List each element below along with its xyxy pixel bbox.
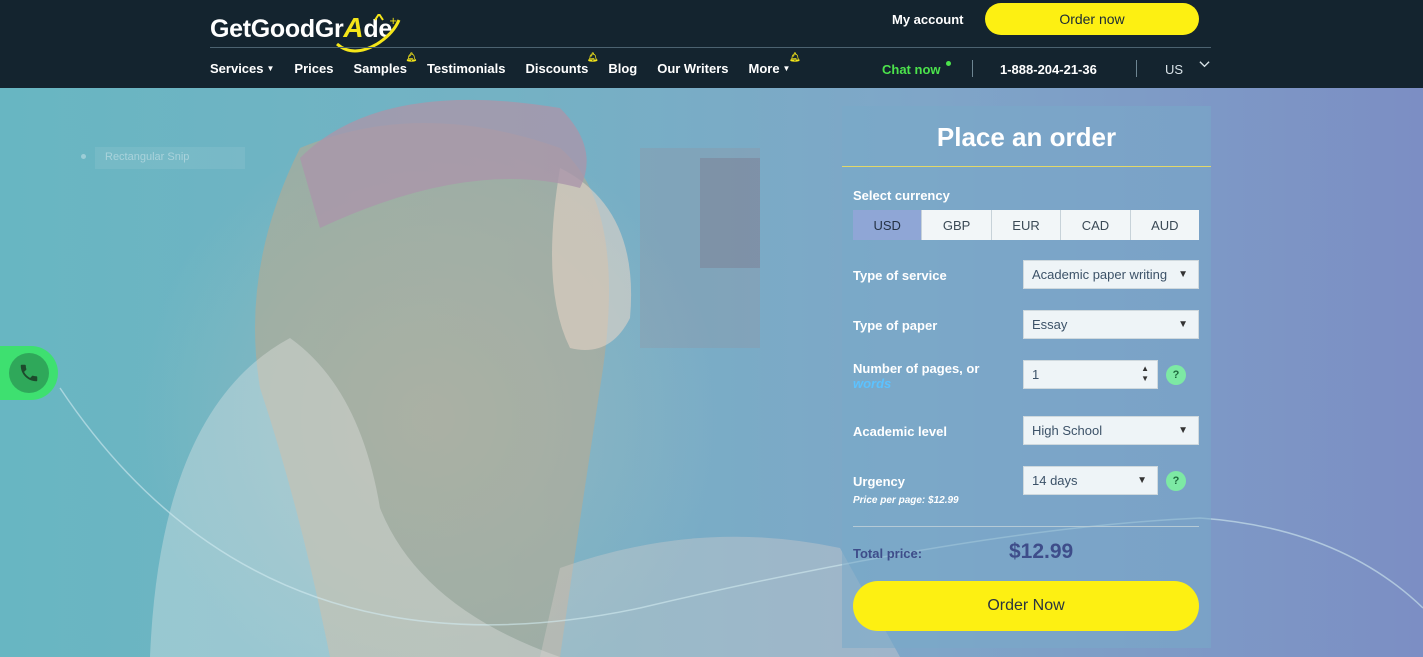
logo-prefix: GetGoodGr xyxy=(210,15,344,43)
currency-gbp[interactable]: GBP xyxy=(922,210,992,240)
whatsapp-button[interactable] xyxy=(0,346,58,400)
my-account-link[interactable]: My account xyxy=(892,12,964,27)
order-form: Place an order Select currency USD GBP E… xyxy=(842,106,1211,648)
chevron-down-icon[interactable] xyxy=(1199,59,1210,70)
bell-icon: 🔔︎ xyxy=(405,52,417,62)
urgency-value: 14 days xyxy=(1032,473,1078,488)
nav-item-services[interactable]: Services ▼ xyxy=(210,61,274,76)
nav-item-samples[interactable]: Samples 🔔︎ xyxy=(353,52,416,76)
snip-dot xyxy=(81,154,86,159)
currency-usd[interactable]: USD xyxy=(853,210,923,240)
paper-label: Type of paper xyxy=(853,318,938,333)
level-label: Academic level xyxy=(853,424,947,439)
currency-cad[interactable]: CAD xyxy=(1061,210,1131,240)
nav-label: Discounts xyxy=(525,61,589,76)
bell-icon: 🔔︎ xyxy=(586,52,599,62)
online-status-dot xyxy=(946,61,951,66)
nav-label: Prices xyxy=(294,61,334,76)
currency-aud[interactable]: AUD xyxy=(1131,210,1199,240)
hero-section: Rectangular Snip Place an order Select c… xyxy=(0,88,1423,657)
caret-down-icon: ▼ xyxy=(782,64,791,73)
region-selector[interactable]: US xyxy=(1165,62,1183,77)
nav-label: Testimonials xyxy=(426,61,506,76)
pages-value: 1 xyxy=(1032,367,1040,382)
nav-item-testimonials[interactable]: Testimonials xyxy=(427,61,506,76)
caret-down-icon: ▼ xyxy=(266,64,275,73)
dropdown-arrow-icon: ▼ xyxy=(1178,269,1188,280)
total-divider xyxy=(853,526,1199,527)
header-separator xyxy=(1136,60,1137,77)
price-per-page: Price per page: $12.99 xyxy=(853,495,959,506)
order-now-button[interactable]: Order Now xyxy=(853,581,1199,631)
nav-item-blog[interactable]: Blog xyxy=(608,61,637,76)
nav-label: Samples xyxy=(353,61,407,76)
total-price-label: Total price: xyxy=(853,546,923,561)
nav-item-our-writers[interactable]: Our Writers xyxy=(657,61,728,76)
header-separator xyxy=(972,60,973,77)
phone-number-link[interactable]: 1-888-204-21-36 xyxy=(1000,62,1097,77)
site-header: GetGoodGrAde + My account Order now Serv… xyxy=(0,0,1423,88)
service-select[interactable]: Academic paper writing ▼ xyxy=(1023,260,1199,289)
whatsapp-icon xyxy=(9,353,49,393)
nav-item-prices[interactable]: Prices xyxy=(294,61,333,76)
title-divider xyxy=(842,166,1211,167)
main-nav: Services ▼ Prices Samples 🔔︎ Testimonials … xyxy=(210,52,810,76)
urgency-label: Urgency xyxy=(853,474,906,489)
order-form-title: Place an order xyxy=(936,122,1117,152)
rectangular-snip-label: Rectangular Snip xyxy=(95,147,245,169)
order-now-header-button[interactable]: Order now xyxy=(985,3,1199,35)
pages-stepper[interactable]: 1 ▲ ▼ xyxy=(1023,360,1158,389)
nav-item-more[interactable]: More ▼ 🔔︎ xyxy=(748,52,800,76)
nav-label: Services xyxy=(210,61,264,76)
service-label: Type of service xyxy=(853,268,947,283)
logo-swoosh-icon: + xyxy=(336,14,401,53)
paper-value: Essay xyxy=(1032,317,1068,332)
nav-label: More xyxy=(748,61,780,76)
chat-now-link[interactable]: Chat now xyxy=(882,62,941,77)
urgency-select[interactable]: 14 days ▼ xyxy=(1023,466,1158,495)
svg-text:+: + xyxy=(389,16,397,27)
stepper-arrows-icon[interactable]: ▲ ▼ xyxy=(1141,364,1149,384)
dropdown-arrow-icon: ▼ xyxy=(1178,319,1188,330)
service-value: Academic paper writing xyxy=(1032,267,1168,282)
bell-icon: 🔔︎ xyxy=(789,52,801,62)
pages-label: Number of pages, or xyxy=(853,361,980,376)
total-price-value: $12.99 xyxy=(1009,540,1074,563)
currency-label: Select currency xyxy=(853,188,950,203)
urgency-help-icon[interactable]: ? xyxy=(1166,471,1186,491)
currency-selector: USD GBP EUR CAD AUD xyxy=(853,210,1199,240)
dropdown-arrow-icon: ▼ xyxy=(1178,425,1188,436)
pages-help-icon[interactable]: ? xyxy=(1166,365,1186,385)
level-select[interactable]: High School ▼ xyxy=(1023,416,1199,445)
words-link[interactable]: words xyxy=(853,376,891,391)
header-divider xyxy=(210,47,1211,48)
currency-eur[interactable]: EUR xyxy=(992,210,1062,240)
level-value: High School xyxy=(1032,423,1103,438)
nav-label: Blog xyxy=(608,61,638,76)
nav-label: Our Writers xyxy=(657,61,729,76)
paper-select[interactable]: Essay ▼ xyxy=(1023,310,1199,339)
nav-item-discounts[interactable]: Discounts 🔔︎ xyxy=(525,52,598,76)
dropdown-arrow-icon: ▼ xyxy=(1137,475,1147,486)
